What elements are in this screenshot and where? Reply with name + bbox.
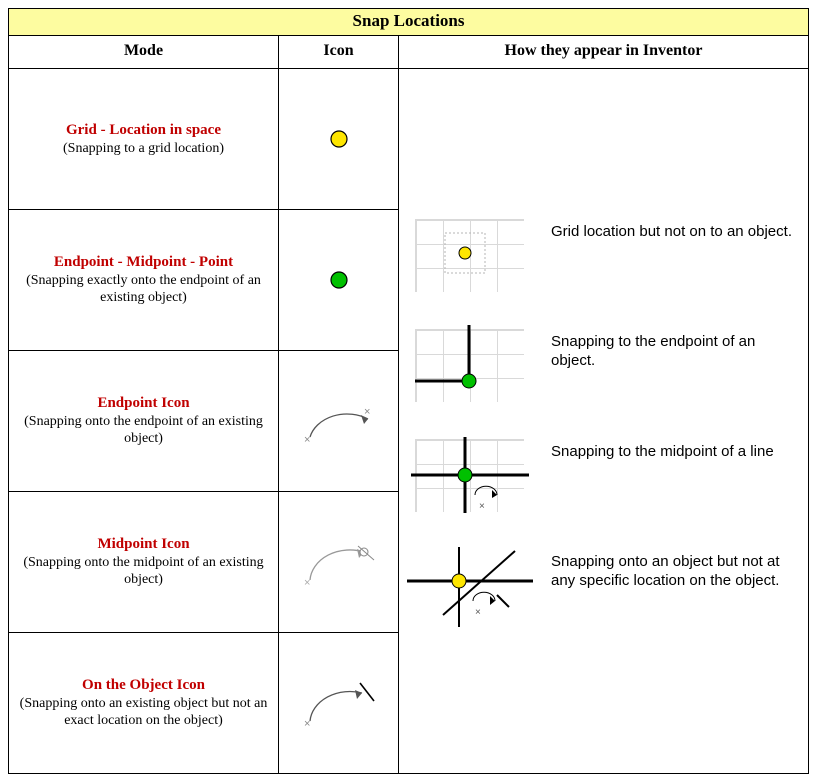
- header-icon: Icon: [279, 36, 399, 69]
- green-dot-icon: [328, 269, 350, 291]
- how-text: Snapping onto an object but not at any s…: [551, 545, 802, 591]
- how-text: Snapping to the midpoint of a line: [551, 435, 802, 462]
- mode-subtitle: (Snapping onto an existing object but no…: [17, 695, 270, 730]
- header-mode: Mode: [9, 36, 279, 69]
- mode-subtitle: (Snapping onto the endpoint of an existi…: [17, 413, 270, 448]
- endpoint-preview: [405, 325, 535, 409]
- snap-locations-table: Snap Locations Mode Icon How they appear…: [8, 8, 809, 774]
- arc-onobject-icon: ×: [294, 671, 384, 735]
- mode-title: Midpoint Icon: [17, 535, 270, 554]
- table-title: Snap Locations: [9, 9, 809, 36]
- table-row: Grid - Location in space (Snapping to a …: [9, 69, 809, 210]
- grid-point-preview: [405, 215, 535, 299]
- header-how: How they appear in Inventor: [399, 36, 809, 69]
- arc-midpoint-icon: ×: [294, 532, 384, 592]
- svg-text:×: ×: [304, 718, 310, 730]
- mode-subtitle: (Snapping onto the midpoint of an existi…: [17, 554, 270, 589]
- mode-title: Grid - Location in space: [17, 121, 270, 140]
- icon-cell: [279, 69, 399, 210]
- how-text: Snapping to the endpoint of an object.: [551, 325, 802, 371]
- how-row-endpoint: Snapping to the endpoint of an object.: [405, 325, 802, 409]
- svg-text:×: ×: [475, 607, 481, 618]
- how-row-grid: Grid location but not on to an object.: [405, 215, 802, 299]
- icon-cell: ×: [279, 633, 399, 774]
- arc-endpoint-icon: × ×: [294, 391, 384, 451]
- icon-cell: [279, 210, 399, 351]
- svg-text:×: ×: [304, 577, 310, 589]
- mode-subtitle: (Snapping to a grid location): [17, 140, 270, 158]
- svg-text:×: ×: [479, 501, 485, 512]
- midpoint-preview: ×: [405, 435, 535, 519]
- how-text: Grid location but not on to an object.: [551, 215, 802, 242]
- mode-title: On the Object Icon: [17, 676, 270, 695]
- mode-subtitle: (Snapping exactly onto the endpoint of a…: [17, 272, 270, 307]
- how-row-midpoint: × Snapping to the midpoint of a line: [405, 435, 802, 519]
- onobject-preview: ×: [405, 545, 535, 629]
- how-column: Grid location but not on to an object. S…: [399, 69, 809, 774]
- icon-cell: ×: [279, 492, 399, 633]
- svg-text:×: ×: [364, 406, 370, 418]
- mode-title: Endpoint Icon: [17, 394, 270, 413]
- grid-dot-icon: [328, 128, 350, 150]
- mode-title: Endpoint - Midpoint - Point: [17, 253, 270, 272]
- svg-text:×: ×: [304, 434, 310, 446]
- how-row-onobject: × Snapping onto an object but not at any…: [405, 545, 802, 629]
- icon-cell: × ×: [279, 351, 399, 492]
